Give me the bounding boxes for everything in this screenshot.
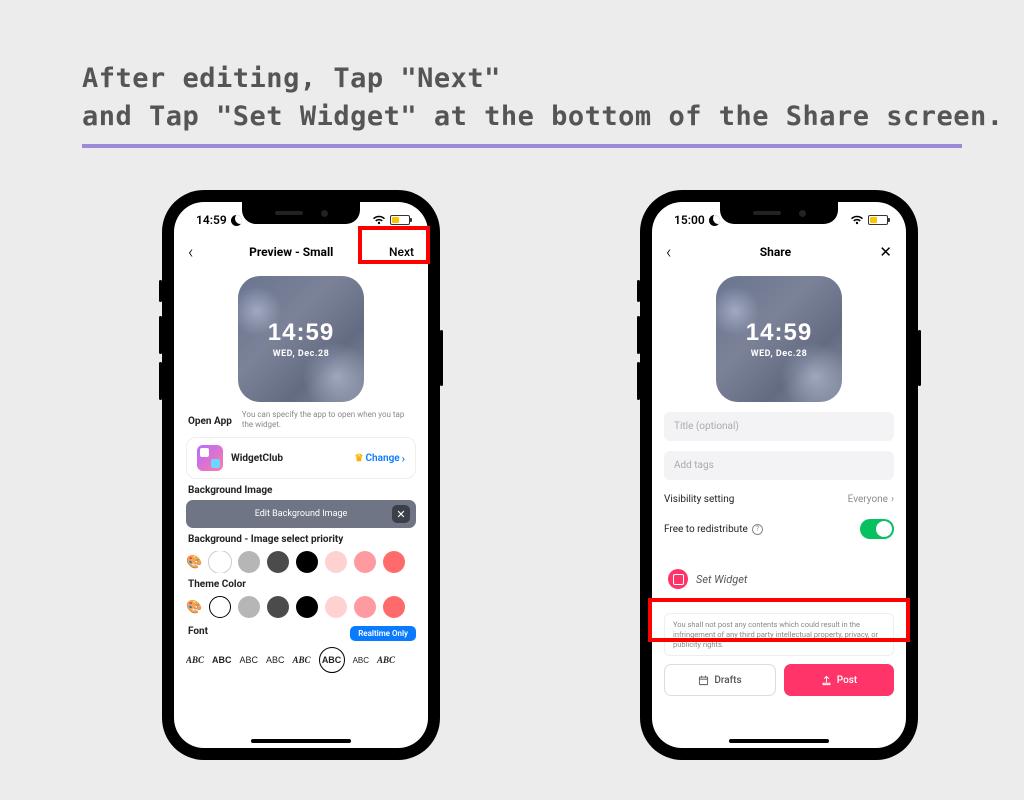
back-button[interactable]: ‹ [666, 242, 671, 263]
next-button[interactable]: Next [389, 245, 414, 259]
font-option[interactable]: ABC [266, 655, 285, 665]
redistribute-toggle[interactable] [860, 519, 894, 539]
widget-time: 14:59 [268, 319, 334, 347]
color-swatch[interactable] [267, 596, 289, 618]
chevron-right-icon: › [891, 494, 894, 505]
close-button[interactable]: ✕ [879, 243, 892, 261]
color-swatch[interactable] [267, 551, 289, 573]
app-name: WidgetClub [231, 453, 347, 464]
edit-bg-button[interactable]: Edit Background Image ✕ [186, 500, 416, 528]
home-indicator [251, 739, 351, 743]
theme-color-swatches: 🎨 [186, 596, 416, 618]
change-button[interactable]: ♛ Change › [355, 452, 405, 465]
color-swatch[interactable] [296, 596, 318, 618]
set-widget-label: Set Widget [696, 573, 747, 586]
wifi-icon [372, 215, 386, 225]
phone-notch [720, 202, 838, 224]
heading-line-2: and Tap "Set Widget" at the bottom of th… [82, 98, 1004, 136]
font-option[interactable]: ABC [240, 655, 259, 665]
font-option[interactable]: ABC [353, 656, 369, 665]
phone-notch [242, 202, 360, 224]
palette-icon[interactable]: 🎨 [186, 555, 202, 570]
palette-icon[interactable]: 🎨 [186, 600, 202, 615]
widget-date: WED, Dec.28 [273, 349, 330, 359]
redistribute-label: Free to redistribute [664, 524, 748, 535]
font-option[interactable]: ABC [212, 655, 232, 665]
disclaimer-text: You shall not post any contents which co… [664, 613, 894, 656]
crown-icon: ♛ [355, 453, 364, 464]
phone-preview: 14:59 ‹ Preview - Small Next 14:59 WED, … [162, 190, 440, 760]
tags-input[interactable]: Add tags [664, 451, 894, 480]
post-button[interactable]: Post [784, 664, 894, 696]
font-option[interactable]: ABC [186, 655, 204, 665]
close-icon[interactable]: ✕ [392, 505, 410, 523]
back-button[interactable]: ‹ [188, 242, 193, 263]
status-time: 15:00 [674, 213, 705, 227]
color-swatch[interactable] [296, 551, 318, 573]
drafts-icon [698, 675, 709, 686]
nav-bar: ‹ Share ✕ [652, 234, 906, 270]
color-swatch[interactable] [325, 551, 347, 573]
color-swatch[interactable] [383, 551, 405, 573]
bg-image-label: Background Image [188, 485, 414, 496]
color-swatch[interactable] [209, 551, 231, 573]
heading-underline [82, 144, 962, 148]
wifi-icon [850, 215, 864, 225]
help-icon[interactable]: ? [752, 524, 763, 535]
widget-preview: 14:59 WED, Dec.28 [716, 276, 842, 402]
battery-icon [390, 215, 410, 225]
color-swatch[interactable] [383, 596, 405, 618]
font-label: Font [188, 626, 208, 637]
color-swatch[interactable] [354, 551, 376, 573]
font-option[interactable]: ABC [377, 655, 395, 665]
widget-time: 14:59 [746, 319, 812, 347]
set-widget-button[interactable]: Set Widget [664, 559, 894, 599]
font-option-selected[interactable]: ABC [319, 647, 345, 673]
dnd-icon [709, 215, 720, 226]
visibility-setting[interactable]: Visibility setting Everyone › [664, 494, 894, 505]
color-swatch[interactable] [209, 596, 231, 618]
nav-title: Preview - Small [249, 245, 333, 259]
open-app-label: Open App [188, 416, 232, 427]
nav-bar: ‹ Preview - Small Next [174, 234, 428, 270]
nav-title: Share [760, 245, 791, 259]
widget-preview: 14:59 WED, Dec.28 [238, 276, 364, 402]
visibility-label: Visibility setting [664, 494, 734, 505]
phone-share: 15:00 ‹ Share ✕ 14:59 WED, Dec.28 Title … [640, 190, 918, 760]
battery-icon [868, 215, 888, 225]
font-option[interactable]: ABC [293, 655, 311, 665]
realtime-badge[interactable]: Realtime Only [350, 626, 416, 641]
widget-date: WED, Dec.28 [751, 349, 808, 359]
color-swatch[interactable] [238, 551, 260, 573]
open-app-card[interactable]: WidgetClub ♛ Change › [186, 437, 416, 479]
status-time: 14:59 [196, 213, 227, 227]
color-swatch[interactable] [238, 596, 260, 618]
post-icon [821, 675, 832, 686]
redistribute-setting: Free to redistribute ? [664, 519, 894, 539]
chevron-right-icon: › [402, 452, 405, 465]
home-indicator [729, 739, 829, 743]
drafts-button[interactable]: Drafts [664, 664, 776, 696]
heading-line-1: After editing, Tap "Next" [82, 60, 1004, 98]
open-app-subtext: You can specify the app to open when you… [242, 410, 416, 431]
app-icon [197, 445, 223, 471]
visibility-value: Everyone [848, 494, 888, 505]
instruction-heading: After editing, Tap "Next" and Tap "Set W… [82, 60, 1004, 136]
font-row: ABC ABC ABC ABC ABC ABC ABC ABC [186, 647, 416, 673]
dnd-icon [231, 215, 242, 226]
set-widget-icon [668, 569, 688, 589]
bg-priority-label: Background - Image select priority [188, 534, 414, 545]
bg-priority-swatches: 🎨 [186, 551, 416, 573]
color-swatch[interactable] [325, 596, 347, 618]
theme-color-label: Theme Color [188, 579, 414, 590]
color-swatch[interactable] [354, 596, 376, 618]
title-input[interactable]: Title (optional) [664, 412, 894, 441]
